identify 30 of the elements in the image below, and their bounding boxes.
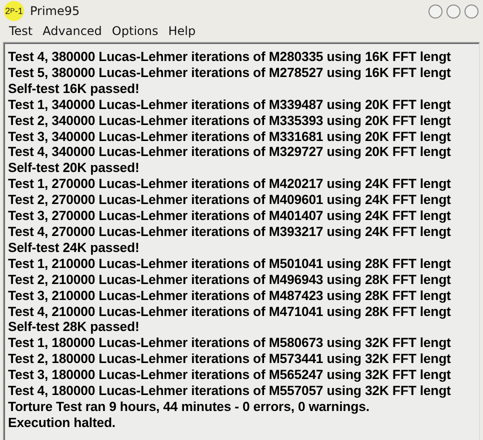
log-line: Test 5, 380000 Lucas-Lehmer iterations of M278527 using 16K FFT lengt: [8, 64, 452, 81]
log-line: Test 4, 180000 Lucas-Lehmer iterations of M557057 using 32K FFT lengt: [8, 383, 452, 399]
menu-item[interactable]: Options: [106, 24, 164, 38]
log-line: Test 4, 210000 Lucas-Lehmer iterations of M471041 using 28K FFT lengt: [8, 304, 452, 320]
log-line: Test 3, 210000 Lucas-Lehmer iterations of M487423 using 28K FFT lengt: [8, 288, 452, 304]
window-title: Prime95: [30, 4, 81, 18]
log-line: Test 2, 210000 Lucas-Lehmer iterations of M496943 using 28K FFT lengt: [8, 272, 452, 288]
menu-item[interactable]: Help: [163, 24, 201, 38]
log-line: Self-test 16K passed!: [8, 80, 140, 97]
app-logo-icon: 2$^{P}$-1: [4, 1, 24, 21]
log-line: Self-test 28K passed!: [8, 319, 140, 336]
log-line: Test 1, 340000 Lucas-Lehmer iterations of M339487 using 20K FFT lengt: [8, 96, 452, 113]
log-line: Test 1, 270000 Lucas-Lehmer iterations of M420217 using 24K FFT lengt: [8, 176, 452, 192]
log-line: Torture Test ran 9 hours, 44 minutes - 0 errors, 0 warnings.: [8, 398, 370, 415]
log-line: Test 2, 340000 Lucas-Lehmer iterations of M335393 using 20K FFT lengt: [8, 112, 452, 129]
log-line: Self-test 20K passed!: [8, 160, 140, 176]
log-line: Test 4, 380000 Lucas-Lehmer iterations of M280335 using 16K FFT lengt: [8, 49, 452, 65]
log-line: Test 3, 180000 Lucas-Lehmer iterations of M565247 using 32K FFT lengt: [8, 367, 452, 384]
log-line: Self-test 24K passed!: [8, 240, 140, 256]
log-line: Test 1, 180000 Lucas-Lehmer iterations of M580673 using 32K FFT lengt: [8, 335, 452, 352]
menu-item[interactable]: Test: [4, 24, 38, 38]
menu-item[interactable]: Advanced: [38, 24, 107, 38]
log-line: Test 2, 180000 Lucas-Lehmer iterations of M573441 using 32K FFT lengt: [8, 351, 452, 368]
log-line: Test 3, 270000 Lucas-Lehmer iterations of M401407 using 24K FFT lengt: [8, 208, 452, 224]
log-line: Execution halted.: [8, 414, 116, 431]
log-line: Test 3, 340000 Lucas-Lehmer iterations of M331681 using 20K FFT lengt: [8, 128, 452, 144]
log-line: Test 4, 270000 Lucas-Lehmer iterations of M393217 using 24K FFT lengt: [8, 224, 452, 240]
log-line: Test 2, 270000 Lucas-Lehmer iterations of M409601 using 24K FFT lengt: [8, 192, 452, 208]
log-line: Test 4, 340000 Lucas-Lehmer iterations of M329727 using 20K FFT lengt: [8, 144, 452, 160]
log-line: Test 1, 210000 Lucas-Lehmer iterations of M501041 using 28K FFT lengt: [8, 256, 452, 272]
